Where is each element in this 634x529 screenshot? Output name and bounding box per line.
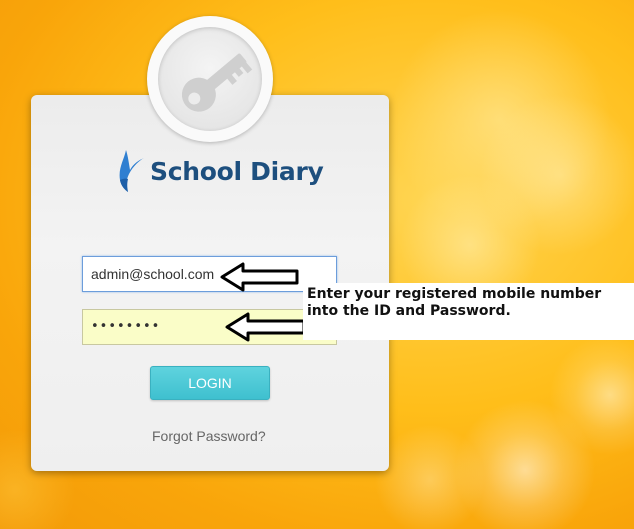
login-button[interactable]: LOGIN [150,366,270,400]
y-swoosh-logo-icon [119,150,144,192]
instruction-callout: Enter your registered mobile number into… [303,283,634,340]
forgot-password-link[interactable]: Forgot Password? [152,428,266,444]
key-badge [147,16,273,142]
school-diary-logo: School Diary [114,146,324,196]
callout-line-2: into the ID and Password. [307,303,511,319]
left-arrow-icon [225,312,306,342]
logo-text: School Diary [150,156,324,186]
callout-line-1: Enter your registered mobile number [307,286,602,302]
left-arrow-icon [220,262,299,292]
key-icon [181,53,253,112]
